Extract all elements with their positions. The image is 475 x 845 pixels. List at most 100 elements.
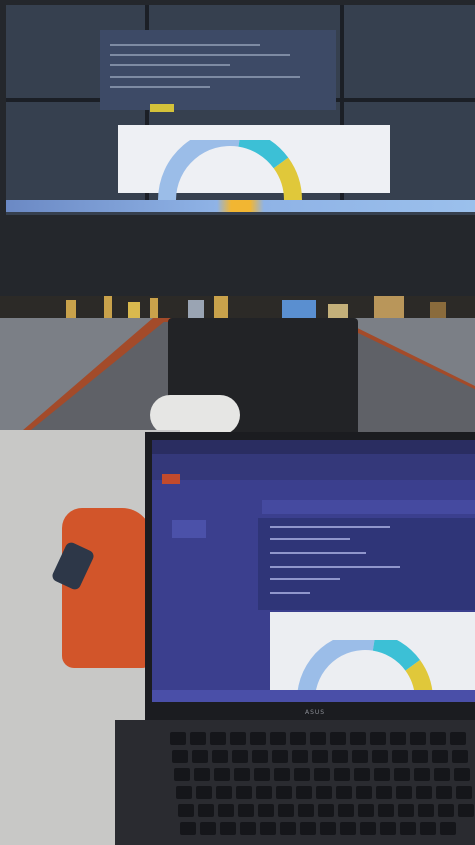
keyboard-key[interactable] xyxy=(190,732,206,745)
keyboard-key[interactable] xyxy=(352,750,368,763)
keyboard-key[interactable] xyxy=(310,732,326,745)
keyboard-key[interactable] xyxy=(296,786,312,799)
keyboard-key[interactable] xyxy=(174,768,190,781)
keyboard-key[interactable] xyxy=(194,768,210,781)
keyboard-key[interactable] xyxy=(376,786,392,799)
keyboard-key[interactable] xyxy=(416,786,432,799)
keyboard-key[interactable] xyxy=(340,822,356,835)
keyboard-key[interactable] xyxy=(316,786,332,799)
keyboard-key[interactable] xyxy=(236,786,252,799)
keyboard-key[interactable] xyxy=(330,732,346,745)
keyboard-key[interactable] xyxy=(298,804,314,817)
keyboard-key[interactable] xyxy=(172,750,188,763)
keyboard-key[interactable] xyxy=(378,804,394,817)
code-cell[interactable] xyxy=(262,500,475,514)
keyboard-key[interactable] xyxy=(178,804,194,817)
keyboard-key[interactable] xyxy=(432,750,448,763)
trophy xyxy=(214,296,228,318)
keyboard-key[interactable] xyxy=(216,786,232,799)
keyboard-key[interactable] xyxy=(400,822,416,835)
keyboard-key[interactable] xyxy=(318,804,334,817)
keyboard-key[interactable] xyxy=(350,732,366,745)
keyboard-key[interactable] xyxy=(418,804,434,817)
keyboard-key[interactable] xyxy=(220,822,236,835)
keyboard-key[interactable] xyxy=(200,822,216,835)
keyboard-key[interactable] xyxy=(452,750,468,763)
code-line xyxy=(270,552,366,554)
keyboard-key[interactable] xyxy=(176,786,192,799)
keyboard-key[interactable] xyxy=(254,768,270,781)
keyboard-key[interactable] xyxy=(440,822,456,835)
keyboard-key[interactable] xyxy=(256,786,272,799)
gauge-segment-1 xyxy=(158,140,240,200)
keyboard-key[interactable] xyxy=(170,732,186,745)
code-line xyxy=(270,566,400,568)
keyboard-key[interactable] xyxy=(294,768,310,781)
keyboard-key[interactable] xyxy=(290,732,306,745)
keyboard-key[interactable] xyxy=(250,732,266,745)
keyboard-key[interactable] xyxy=(436,786,452,799)
keyboard-key[interactable] xyxy=(180,822,196,835)
keyboard-key[interactable] xyxy=(454,768,470,781)
keyboard-key[interactable] xyxy=(334,768,350,781)
keyboard-key[interactable] xyxy=(238,804,254,817)
keyboard-key[interactable] xyxy=(414,768,430,781)
keyboard-key[interactable] xyxy=(230,732,246,745)
white-cloth xyxy=(150,395,240,435)
keyboard-key[interactable] xyxy=(212,750,228,763)
keyboard-key[interactable] xyxy=(354,768,370,781)
video-wall-code-line xyxy=(110,86,210,88)
keyboard-key[interactable] xyxy=(276,786,292,799)
keyboard-key[interactable] xyxy=(240,822,256,835)
keyboard-key[interactable] xyxy=(430,732,446,745)
keyboard-key[interactable] xyxy=(458,804,474,817)
keyboard-key[interactable] xyxy=(252,750,268,763)
keyboard-key[interactable] xyxy=(196,786,212,799)
keyboard-key[interactable] xyxy=(292,750,308,763)
keyboard-key[interactable] xyxy=(274,768,290,781)
keyboard-key[interactable] xyxy=(390,732,406,745)
keyboard-key[interactable] xyxy=(394,768,410,781)
keyboard-key[interactable] xyxy=(314,768,330,781)
keyboard-key[interactable] xyxy=(374,768,390,781)
keyboard-key[interactable] xyxy=(412,750,428,763)
keyboard-key[interactable] xyxy=(312,750,328,763)
keyboard-key[interactable] xyxy=(214,768,230,781)
keyboard-key[interactable] xyxy=(456,786,472,799)
keyboard-key[interactable] xyxy=(420,822,436,835)
trophy-shelf xyxy=(0,296,475,318)
keyboard-key[interactable] xyxy=(338,804,354,817)
keyboard-key[interactable] xyxy=(258,804,274,817)
keyboard-key[interactable] xyxy=(320,822,336,835)
keyboard-key[interactable] xyxy=(410,732,426,745)
keyboard-key[interactable] xyxy=(450,732,466,745)
keyboard-key[interactable] xyxy=(210,732,226,745)
taskbar xyxy=(152,690,475,702)
keyboard-key[interactable] xyxy=(332,750,348,763)
keyboard-key[interactable] xyxy=(260,822,276,835)
keyboard-key[interactable] xyxy=(398,804,414,817)
keyboard-key[interactable] xyxy=(198,804,214,817)
keyboard-key[interactable] xyxy=(278,804,294,817)
code-cell[interactable] xyxy=(258,518,475,610)
keyboard-key[interactable] xyxy=(434,768,450,781)
keyboard-key[interactable] xyxy=(372,750,388,763)
keyboard-key[interactable] xyxy=(192,750,208,763)
keyboard-key[interactable] xyxy=(380,822,396,835)
keyboard-key[interactable] xyxy=(370,732,386,745)
keyboard-key[interactable] xyxy=(358,804,374,817)
keyboard-key[interactable] xyxy=(438,804,454,817)
award-frame xyxy=(374,296,404,318)
keyboard-key[interactable] xyxy=(356,786,372,799)
keyboard-key[interactable] xyxy=(232,750,248,763)
keyboard-key[interactable] xyxy=(300,822,316,835)
keyboard-key[interactable] xyxy=(280,822,296,835)
keyboard-key[interactable] xyxy=(360,822,376,835)
keyboard-key[interactable] xyxy=(396,786,412,799)
keyboard-key[interactable] xyxy=(272,750,288,763)
keyboard-key[interactable] xyxy=(270,732,286,745)
keyboard-key[interactable] xyxy=(336,786,352,799)
keyboard-key[interactable] xyxy=(392,750,408,763)
keyboard-key[interactable] xyxy=(234,768,250,781)
keyboard-key[interactable] xyxy=(218,804,234,817)
